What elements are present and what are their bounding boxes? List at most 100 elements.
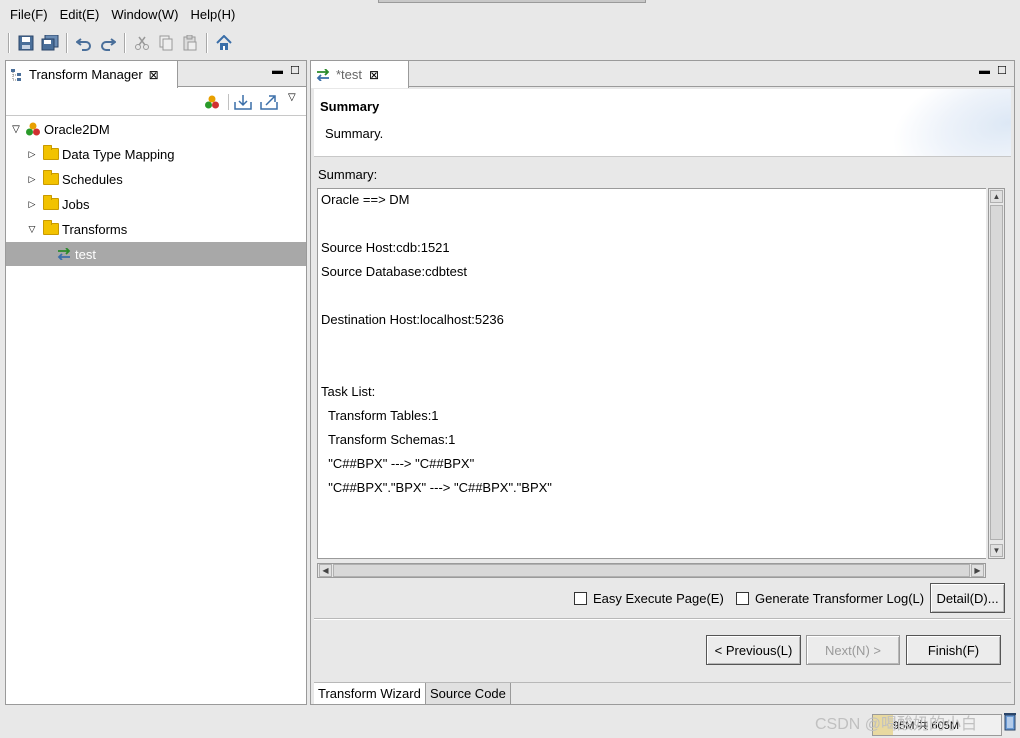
minimize-icon[interactable]: ▬: [272, 65, 283, 77]
tab-label: Transform Manager: [29, 67, 143, 82]
status-bar: 95M 共 605M CSDN @喝酸奶的小白: [0, 708, 1020, 738]
menu-help[interactable]: Help(H): [185, 4, 242, 26]
checkbox-label: Easy Execute Page(E): [593, 591, 724, 606]
home-icon[interactable]: [213, 32, 235, 54]
toolbar-separator: [8, 33, 10, 53]
summary-line: Source Database:cdbtest: [321, 264, 467, 279]
copy-icon[interactable]: [155, 32, 177, 54]
menu-window[interactable]: Window(W): [105, 4, 184, 26]
undo-icon[interactable]: [73, 32, 95, 54]
summary-line: Source Host:cdb:1521: [321, 240, 450, 255]
collapse-icon[interactable]: ▽: [25, 222, 39, 236]
menu-file[interactable]: File(F): [4, 4, 54, 26]
import-icon[interactable]: [234, 94, 252, 110]
transform-icon: [316, 68, 330, 81]
view-menu-icon[interactable]: ▽: [288, 92, 296, 103]
project-icon: [26, 122, 40, 136]
menu-bar: File(F) Edit(E) Window(W) Help(H): [0, 3, 1020, 27]
tree-node-label: Schedules: [62, 171, 123, 187]
scroll-thumb[interactable]: [333, 564, 970, 577]
watermark: CSDN @喝酸奶的小白: [815, 716, 978, 733]
scroll-down-icon[interactable]: ▼: [990, 544, 1003, 557]
summary-line: Destination Host:localhost:5236: [321, 312, 504, 327]
toolbar-separator: [66, 33, 68, 53]
summary-line: "C##BPX"."BPX" ---> "C##BPX"."BPX": [321, 480, 552, 495]
tab-test[interactable]: *test ⊠: [311, 61, 409, 88]
wizard-header: Summary Summary.: [314, 89, 1011, 157]
scroll-up-icon[interactable]: ▲: [990, 190, 1003, 203]
summary-line: Task List:: [321, 384, 376, 399]
tab-transform-wizard[interactable]: Transform Wizard: [314, 683, 425, 704]
horizontal-scrollbar[interactable]: ◀ ▶: [317, 563, 986, 578]
transform-manager-view: Transform Manager ⊠ ▬ ☐ ▽ ▽ Oracle2DM ▷ …: [5, 60, 307, 705]
save-all-icon[interactable]: [39, 32, 61, 54]
connect-icon[interactable]: [204, 94, 220, 110]
summary-line: Transform Tables:1: [321, 408, 439, 423]
easy-execute-checkbox[interactable]: Easy Execute Page(E): [574, 591, 724, 606]
tree-node-label: Transforms: [62, 221, 128, 237]
tree-node-data-type-mapping[interactable]: ▷ Data Type Mapping: [6, 142, 306, 166]
view-toolbar: ▽: [6, 88, 306, 116]
vertical-scrollbar[interactable]: ▲ ▼: [988, 188, 1005, 559]
redo-icon[interactable]: [97, 32, 119, 54]
trash-icon[interactable]: [1003, 710, 1017, 732]
summary-line: Oracle ==> DM: [321, 192, 410, 207]
tree-node-schedules[interactable]: ▷ Schedules: [6, 167, 306, 191]
tree-node-jobs[interactable]: ▷ Jobs: [6, 192, 306, 216]
summary-line: "C##BPX" ---> "C##BPX": [321, 456, 475, 471]
header-banner-graphic: [865, 89, 1011, 156]
folder-icon: [43, 195, 59, 210]
scroll-right-icon[interactable]: ▶: [971, 564, 984, 577]
close-icon[interactable]: ⊠: [369, 68, 379, 82]
tree-node-test[interactable]: test: [6, 242, 306, 266]
tree-node-root[interactable]: ▽ Oracle2DM: [6, 117, 306, 141]
generate-log-checkbox[interactable]: Generate Transformer Log(L): [736, 591, 924, 606]
collapse-icon[interactable]: ▽: [9, 122, 23, 136]
maximize-icon[interactable]: ☐: [997, 65, 1007, 77]
tree-node-label: test: [75, 246, 96, 262]
toolbar-separator: [206, 33, 208, 53]
tree-node-label: Data Type Mapping: [62, 146, 175, 162]
close-icon[interactable]: ⊠: [149, 68, 159, 82]
divider: [314, 618, 1011, 620]
page-title: Summary: [320, 99, 380, 114]
finish-button[interactable]: Finish(F): [906, 635, 1001, 665]
summary-label: Summary:: [318, 167, 378, 182]
export-icon[interactable]: [260, 94, 278, 110]
folder-icon: [43, 145, 59, 160]
tab-source-code[interactable]: Source Code: [425, 683, 511, 704]
editor-tab-bar: *test ⊠ ▬ ☐: [311, 61, 1014, 88]
menu-edit[interactable]: Edit(E): [54, 4, 106, 26]
expand-icon[interactable]: ▷: [25, 172, 39, 186]
scroll-thumb[interactable]: [990, 205, 1003, 540]
summary-text-area[interactable]: Oracle ==> DM Source Host:cdb:1521 Sourc…: [317, 188, 986, 559]
tree-view-icon: [11, 68, 21, 81]
tree-node-transforms[interactable]: ▽ Transforms: [6, 217, 306, 241]
expand-icon[interactable]: ▷: [25, 197, 39, 211]
folder-icon: [43, 170, 59, 185]
checkbox-box[interactable]: [736, 592, 749, 605]
next-button[interactable]: Next(N) >: [806, 635, 900, 665]
tab-label: *test: [336, 67, 363, 82]
cut-icon[interactable]: [131, 32, 153, 54]
save-icon[interactable]: [15, 32, 37, 54]
editor-area: *test ⊠ ▬ ☐ Summary Summary. Summary: Or…: [310, 60, 1015, 705]
minimize-icon[interactable]: ▬: [979, 65, 990, 77]
toolbar-separator: [124, 33, 126, 53]
checkbox-label: Generate Transformer Log(L): [755, 591, 925, 606]
view-tab-bar: Transform Manager ⊠ ▬ ☐: [6, 61, 306, 88]
checkbox-box[interactable]: [574, 592, 587, 605]
main-toolbar: [0, 28, 1020, 58]
expand-icon[interactable]: ▷: [25, 147, 39, 161]
scroll-left-icon[interactable]: ◀: [319, 564, 332, 577]
tree-node-label: Oracle2DM: [44, 121, 110, 137]
summary-line: Transform Schemas:1: [321, 432, 456, 447]
transform-icon: [57, 248, 71, 260]
tab-transform-manager[interactable]: Transform Manager ⊠: [6, 61, 178, 88]
editor-page-tabs: Transform Wizard Source Code: [314, 682, 1011, 704]
paste-icon[interactable]: [179, 32, 201, 54]
folder-open-icon: [43, 220, 59, 235]
maximize-icon[interactable]: ☐: [290, 65, 300, 77]
detail-button[interactable]: Detail(D)...: [930, 583, 1005, 613]
previous-button[interactable]: < Previous(L): [706, 635, 801, 665]
